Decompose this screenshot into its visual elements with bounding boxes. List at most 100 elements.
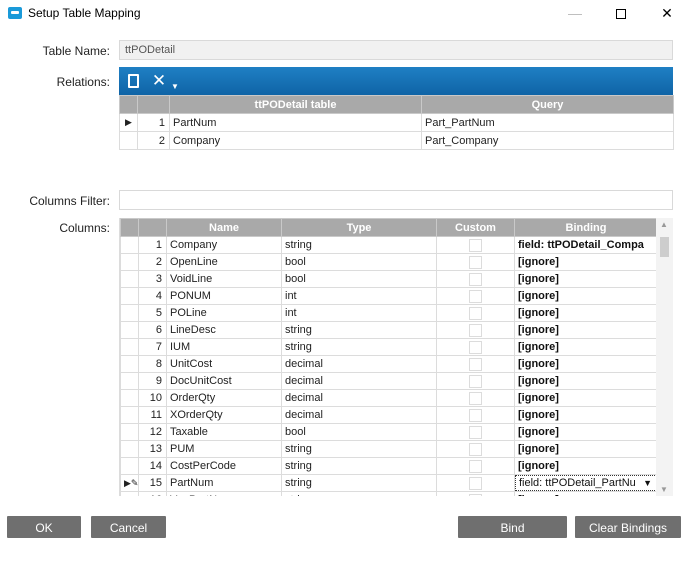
custom-checkbox[interactable] — [469, 476, 482, 490]
column-name[interactable]: Taxable — [166, 423, 282, 441]
column-row[interactable]: 14 CostPerCode string [ignore] — [120, 457, 658, 475]
column-binding[interactable]: [ignore] — [514, 491, 658, 496]
column-custom[interactable] — [436, 236, 515, 254]
columns-custom-header[interactable]: Custom — [436, 218, 515, 237]
column-type[interactable]: int — [281, 304, 437, 322]
dropdown-arrow-icon[interactable]: ▼ — [643, 476, 652, 490]
row-selector[interactable] — [120, 491, 139, 496]
row-selector[interactable] — [120, 457, 139, 475]
custom-checkbox[interactable] — [469, 289, 482, 303]
column-binding[interactable]: [ignore] — [514, 304, 658, 322]
column-row[interactable]: 6 LineDesc string [ignore] — [120, 321, 658, 339]
row-selector[interactable] — [120, 372, 139, 390]
clear-bindings-button[interactable]: Clear Bindings — [575, 516, 681, 538]
column-row[interactable]: 10 OrderQty decimal [ignore] — [120, 389, 658, 407]
column-name[interactable]: VoidLine — [166, 270, 282, 288]
column-type[interactable]: string — [281, 236, 437, 254]
delete-relation-button[interactable]: ✕ — [149, 71, 169, 91]
column-custom[interactable] — [436, 253, 515, 271]
relations-table-header[interactable]: ttPODetail table — [169, 95, 422, 114]
column-type[interactable]: string — [281, 321, 437, 339]
custom-checkbox[interactable] — [469, 340, 482, 354]
column-type[interactable]: decimal — [281, 372, 437, 390]
column-binding[interactable]: [ignore] — [514, 440, 658, 458]
custom-checkbox[interactable] — [469, 238, 482, 252]
column-custom[interactable] — [436, 491, 515, 496]
maximize-button[interactable] — [598, 0, 644, 26]
column-type[interactable]: string — [281, 491, 437, 496]
table-name-field[interactable]: ttPODetail — [119, 40, 673, 60]
scroll-down-icon[interactable]: ▼ — [660, 485, 668, 494]
column-custom[interactable] — [436, 457, 515, 475]
custom-checkbox[interactable] — [469, 357, 482, 371]
column-name[interactable]: DocUnitCost — [166, 372, 282, 390]
column-name[interactable]: PONUM — [166, 287, 282, 305]
column-name[interactable]: OpenLine — [166, 253, 282, 271]
column-binding[interactable]: [ignore] — [514, 423, 658, 441]
custom-checkbox[interactable] — [469, 391, 482, 405]
relation-query-field[interactable]: Part_PartNum — [421, 113, 674, 132]
row-selector[interactable] — [120, 304, 139, 322]
relation-query-field[interactable]: Part_Company — [421, 131, 674, 150]
row-selector[interactable] — [120, 287, 139, 305]
column-custom[interactable] — [436, 321, 515, 339]
column-binding[interactable]: [ignore] — [514, 338, 658, 356]
row-selector[interactable] — [120, 355, 139, 373]
column-binding[interactable]: [ignore] — [514, 321, 658, 339]
column-name[interactable]: PUM — [166, 440, 282, 458]
columns-filter-input[interactable] — [119, 190, 673, 210]
binding-combobox[interactable]: field: ttPODetail_PartNu ▼ — [515, 475, 657, 491]
row-selector[interactable]: ▶ — [119, 113, 138, 132]
column-row[interactable]: 3 VoidLine bool [ignore] — [120, 270, 658, 288]
column-row[interactable]: 13 PUM string [ignore] — [120, 440, 658, 458]
column-type[interactable]: bool — [281, 253, 437, 271]
row-selector[interactable] — [120, 440, 139, 458]
column-custom[interactable] — [436, 270, 515, 288]
custom-checkbox[interactable] — [469, 493, 482, 496]
column-type[interactable]: string — [281, 457, 437, 475]
column-row[interactable]: 11 XOrderQty decimal [ignore] — [120, 406, 658, 424]
column-row[interactable]: ▶✎ 15 PartNum string field: ttPODetail_PartN… — [120, 474, 658, 492]
column-type[interactable]: string — [281, 440, 437, 458]
close-button[interactable]: ✕ — [644, 0, 687, 26]
column-binding[interactable]: [ignore] — [514, 406, 658, 424]
column-name[interactable]: PartNum — [166, 474, 282, 492]
relation-row[interactable]: 2 Company Part_Company — [119, 131, 674, 150]
column-name[interactable]: IUM — [166, 338, 282, 356]
column-type[interactable]: int — [281, 287, 437, 305]
columns-scrollbar[interactable]: ▲ ▼ — [656, 218, 673, 496]
column-custom[interactable] — [436, 304, 515, 322]
column-custom[interactable] — [436, 389, 515, 407]
caret-down-icon[interactable]: ▼ — [169, 77, 181, 97]
column-type[interactable]: bool — [281, 270, 437, 288]
relations-query-header[interactable]: Query — [421, 95, 674, 114]
custom-checkbox[interactable] — [469, 255, 482, 269]
custom-checkbox[interactable] — [469, 374, 482, 388]
column-row[interactable]: 4 PONUM int [ignore] — [120, 287, 658, 305]
column-row[interactable]: 16VenPartNumstring [ignore] — [120, 491, 658, 496]
column-binding[interactable]: field: ttPODetail_PartNu ▼ — [514, 474, 658, 492]
scroll-up-icon[interactable]: ▲ — [660, 220, 668, 229]
column-name[interactable]: LineDesc — [166, 321, 282, 339]
row-selector[interactable] — [120, 406, 139, 424]
bind-automatically-button[interactable]: Bind Automatically — [458, 516, 567, 557]
relation-table-field[interactable]: PartNum — [169, 113, 422, 132]
column-custom[interactable] — [436, 474, 515, 492]
column-name[interactable]: POLine — [166, 304, 282, 322]
row-selector[interactable] — [120, 423, 139, 441]
column-type[interactable]: decimal — [281, 389, 437, 407]
custom-checkbox[interactable] — [469, 408, 482, 422]
column-binding[interactable]: [ignore] — [514, 287, 658, 305]
column-binding[interactable]: field: ttPODetail_Compa — [514, 236, 658, 254]
relation-row[interactable]: ▶ 1 PartNum Part_PartNum — [119, 113, 674, 132]
column-custom[interactable] — [436, 372, 515, 390]
column-binding[interactable]: [ignore] — [514, 389, 658, 407]
scroll-thumb[interactable] — [660, 237, 669, 257]
row-selector[interactable] — [120, 270, 139, 288]
row-selector[interactable]: ▶✎ — [120, 474, 139, 492]
column-name[interactable]: VenPartNum — [166, 491, 282, 496]
column-binding[interactable]: [ignore] — [514, 457, 658, 475]
new-relation-button[interactable] — [123, 71, 143, 91]
column-name[interactable]: OrderQty — [166, 389, 282, 407]
custom-checkbox[interactable] — [469, 442, 482, 456]
